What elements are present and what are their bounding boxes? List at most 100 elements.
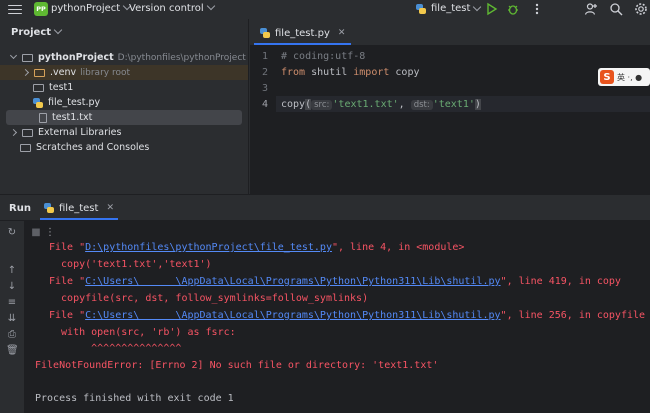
code-line-1: # coding:utf-8 bbox=[281, 51, 365, 62]
clear-all-icon[interactable]: 🗑 bbox=[6, 345, 19, 357]
rerun-icon[interactable]: ↻ bbox=[6, 227, 18, 239]
more-actions-icon[interactable] bbox=[530, 2, 544, 16]
add-user-icon[interactable] bbox=[584, 2, 598, 16]
scroll-down-icon[interactable]: ↓ bbox=[6, 281, 18, 293]
tree-item-path: D:\pythonfiles\pythonProject bbox=[117, 52, 246, 63]
main-menu-icon[interactable] bbox=[8, 2, 22, 16]
line-number: 4 bbox=[261, 99, 268, 110]
process-exit-message: Process finished with exit code 1 bbox=[35, 393, 234, 404]
folder-icon bbox=[22, 53, 33, 62]
line-number: 2 bbox=[261, 67, 268, 78]
project-panel-title-text: Project bbox=[11, 27, 52, 38]
run-tool-window-header: Run file_test ✕ bbox=[0, 194, 650, 221]
debug-icon[interactable] bbox=[506, 2, 520, 16]
tree-item-test1-txt[interactable]: test1.txt bbox=[6, 110, 242, 125]
tree-item-label: pythonProject bbox=[38, 52, 114, 63]
version-control-menu[interactable]: Version control bbox=[129, 1, 215, 14]
console-line: copyfile(src, dst, follow_symlinks=follo… bbox=[49, 293, 369, 304]
python-file-icon bbox=[33, 97, 43, 108]
scroll-to-end-icon[interactable]: ⇊ bbox=[6, 313, 18, 325]
tree-item-label: External Libraries bbox=[38, 127, 122, 138]
scratches-icon bbox=[20, 143, 31, 152]
python-file-icon bbox=[416, 3, 426, 14]
project-tool-window: Project pythonProject D:\pythonfiles\pyt… bbox=[0, 19, 249, 194]
ime-mode-label: 英 ·, ● bbox=[617, 72, 643, 82]
console-line: File "C:\Users\ \AppData\Local\Programs\… bbox=[49, 310, 646, 321]
text-file-icon bbox=[39, 112, 47, 123]
project-badge: PP bbox=[34, 2, 48, 16]
editor-tab-bar: file_test.py ✕ bbox=[250, 19, 650, 46]
collapsed-arrow-icon bbox=[9, 128, 18, 137]
tree-item-label: file_test.py bbox=[48, 97, 101, 108]
param-hint-src: src: bbox=[311, 100, 333, 110]
tree-item-file-test-py[interactable]: file_test.py bbox=[0, 95, 248, 110]
folder-icon bbox=[33, 83, 44, 92]
print-icon[interactable]: ⎙ bbox=[6, 329, 18, 341]
tree-item-venv[interactable]: .venv library root bbox=[0, 65, 248, 80]
project-panel-title[interactable]: Project bbox=[11, 25, 63, 38]
run-side-toolbar: ↻ ↑ ↓ ≡ ⇊ ⎙ 🗑 bbox=[0, 221, 24, 413]
run-config-selector[interactable]: file_test bbox=[416, 2, 482, 14]
console-line: with open(src, 'rb') as fsrc: bbox=[49, 327, 236, 338]
code-line-4: copy(src:'text1.txt', dst:'text1') bbox=[281, 99, 481, 110]
error-message: FileNotFoundError: [Errno 2] No such fil… bbox=[35, 360, 439, 371]
project-selector[interactable]: pythonProject bbox=[51, 1, 132, 14]
string-token: 'text1' bbox=[432, 99, 475, 110]
console-line: copy('text1.txt','text1') bbox=[49, 259, 212, 270]
main-toolbar: PP pythonProject Version control file_te… bbox=[0, 0, 650, 19]
stop-icon[interactable]: ■ bbox=[30, 227, 42, 239]
scroll-up-icon[interactable]: ↑ bbox=[6, 265, 18, 277]
close-tab-icon[interactable]: ✕ bbox=[338, 28, 346, 38]
code-line-2: from shutil import copy bbox=[281, 67, 420, 78]
tree-item-label: Scratches and Consoles bbox=[36, 142, 150, 153]
param-hint-dst: dst: bbox=[410, 100, 433, 110]
module-token: shutil bbox=[305, 67, 354, 78]
tree-item-test1[interactable]: test1 bbox=[0, 80, 248, 95]
python-file-icon bbox=[44, 203, 54, 213]
tree-item-project-root[interactable]: pythonProject D:\pythonfiles\pythonProje… bbox=[0, 50, 248, 65]
string-token: 'text1.txt' bbox=[332, 99, 399, 110]
file-link[interactable]: D:\pythonfiles\pythonProject\file_test.p… bbox=[85, 242, 332, 253]
search-icon[interactable] bbox=[609, 2, 623, 16]
line-number: 3 bbox=[261, 83, 268, 94]
sogou-ime-icon: S bbox=[600, 70, 614, 84]
console-line: ^^^^^^^^^^^^^^^ bbox=[49, 343, 182, 354]
chevron-down-icon bbox=[473, 2, 482, 11]
run-tab-file-test[interactable]: file_test ✕ bbox=[40, 198, 118, 220]
project-name: pythonProject bbox=[51, 3, 121, 14]
run-panel-title: Run bbox=[9, 203, 31, 214]
input-method-indicator[interactable]: S 英 ·, ● bbox=[598, 68, 650, 86]
keyword-token: import bbox=[353, 67, 390, 78]
python-file-icon bbox=[260, 28, 270, 38]
tree-item-external-libraries[interactable]: External Libraries bbox=[0, 125, 248, 140]
tab-label: file_test.py bbox=[275, 27, 330, 39]
folder-icon bbox=[34, 68, 45, 77]
version-control-label: Version control bbox=[129, 3, 204, 14]
settings-gear-icon[interactable] bbox=[634, 2, 648, 16]
tree-item-label: .venv bbox=[50, 67, 77, 78]
tree-item-scratches[interactable]: Scratches and Consoles bbox=[0, 140, 248, 155]
tab-file-test-py[interactable]: file_test.py ✕ bbox=[254, 23, 352, 45]
run-console[interactable]: ↻ ↑ ↓ ≡ ⇊ ⎙ 🗑 ■ ⋮ File "D:\pythonfiles\p… bbox=[0, 221, 650, 413]
run-config-name: file_test bbox=[431, 3, 471, 14]
close-tab-icon[interactable]: ✕ bbox=[106, 203, 114, 213]
tree-item-label: test1.txt bbox=[52, 112, 93, 123]
chevron-down-icon bbox=[206, 1, 215, 11]
tree-item-label: test1 bbox=[49, 82, 74, 93]
console-line: File "D:\pythonfiles\pythonProject\file_… bbox=[49, 242, 465, 253]
soft-wrap-icon[interactable]: ≡ bbox=[6, 297, 18, 309]
console-line: File "C:\Users\ \AppData\Local\Programs\… bbox=[49, 276, 621, 287]
name-token: copy bbox=[389, 67, 420, 78]
run-tab-label: file_test bbox=[59, 202, 99, 214]
tree-item-library-root: library root bbox=[80, 67, 131, 78]
file-link[interactable]: C:\Users\ \AppData\Local\Programs\Python… bbox=[85, 310, 500, 321]
run-icon[interactable] bbox=[484, 2, 498, 16]
line-number-gutter: 1 2 3 4 bbox=[250, 46, 276, 194]
collapsed-arrow-icon bbox=[21, 68, 30, 77]
code-editor[interactable]: 1 2 3 4 # coding:utf-8 from shutil impor… bbox=[250, 46, 650, 194]
file-link[interactable]: C:\Users\ \AppData\Local\Programs\Python… bbox=[85, 276, 500, 287]
line-number: 1 bbox=[261, 51, 268, 62]
more-icon[interactable]: ⋮ bbox=[44, 227, 56, 239]
library-icon bbox=[22, 128, 33, 137]
function-token: copy bbox=[281, 99, 306, 110]
